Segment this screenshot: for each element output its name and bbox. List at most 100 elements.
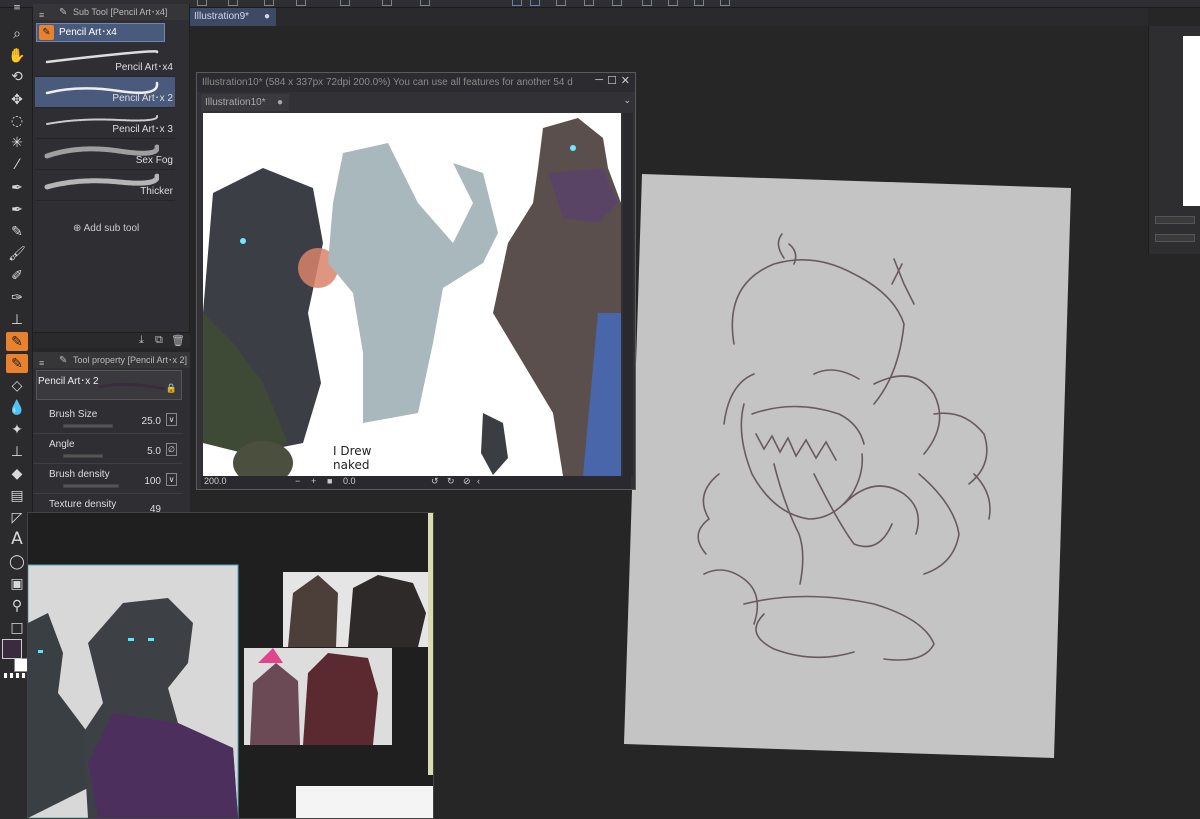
ref-image-bottom[interactable] [296, 786, 433, 818]
duplicate-icon[interactable]: ⧉ [155, 334, 163, 347]
rotation-value[interactable]: 0.0 [343, 476, 356, 486]
fill-icon[interactable]: ◆ [6, 464, 28, 483]
command-icon[interactable] [612, 0, 622, 6]
brush-item[interactable]: Sex Fog [35, 139, 175, 170]
command-icon[interactable] [694, 0, 704, 6]
command-icon[interactable] [668, 0, 678, 6]
brush-item[interactable]: Thicker [35, 170, 175, 201]
pencil-active-icon[interactable]: ✎ [6, 332, 28, 351]
command-icon[interactable] [720, 0, 730, 6]
navigator-preview[interactable] [1183, 36, 1200, 206]
command-icon[interactable] [512, 0, 522, 6]
tab-illustration9[interactable]: Illustration9* ● [190, 8, 276, 26]
brush-item[interactable]: Pencil Art･x 2 [35, 77, 175, 108]
pressure-toggle-icon[interactable]: ∨ [166, 413, 177, 426]
command-icon[interactable] [420, 0, 430, 6]
brush-label: Pencil Art･x4 [115, 62, 173, 73]
menu-icon[interactable]: ≡ [39, 7, 44, 20]
chevron-down-icon[interactable]: ⌄ [623, 95, 631, 106]
figure-icon[interactable]: ⚲ [6, 596, 28, 615]
command-icon[interactable] [642, 0, 652, 6]
sparkle-icon[interactable]: ✦ [6, 420, 28, 439]
stamp2-icon[interactable]: ⊥ [6, 442, 28, 461]
command-icon[interactable] [382, 0, 392, 6]
tab-close-icon[interactable]: ● [277, 94, 283, 111]
eraser-icon[interactable]: ◇ [6, 376, 28, 395]
gradient-icon[interactable]: ▣ [6, 574, 28, 593]
decoration-icon[interactable]: ✑ [6, 288, 28, 307]
brush-item[interactable]: Pencil Art･x4 [35, 46, 175, 77]
trash-icon[interactable]: 🗑 [171, 334, 185, 347]
texture-density-property[interactable]: Texture density 49 [33, 494, 183, 515]
maximize-icon[interactable]: ☐ [607, 74, 617, 87]
magic-wand-icon[interactable]: ✳ [6, 133, 28, 152]
airbrush-icon[interactable]: ✐ [6, 266, 28, 285]
rotate-left-icon[interactable]: ↺ [431, 476, 439, 487]
command-icon[interactable] [340, 0, 350, 6]
angle-property[interactable]: Angle 5.0 ∅ [33, 434, 183, 464]
command-icon[interactable] [556, 0, 566, 6]
prop-value[interactable]: 5.0 [147, 446, 161, 457]
command-icon[interactable] [584, 0, 594, 6]
magnifier-icon[interactable]: ⌕ [6, 24, 28, 43]
brush-item[interactable]: Pencil Art･x 3 [35, 108, 175, 139]
reference-scrollbar[interactable] [428, 513, 433, 775]
brush-size-slider[interactable] [63, 424, 113, 428]
flip-icon[interactable]: ‹ [477, 476, 480, 486]
main-color-swatch[interactable] [2, 639, 22, 659]
menu-icon[interactable]: ≡ [39, 355, 44, 368]
prop-value[interactable]: 25.0 [142, 416, 161, 427]
zoom-value[interactable]: 200.0 [204, 476, 227, 486]
save-icon[interactable]: ⤓ [139, 334, 144, 347]
lock-icon[interactable]: 🔒 [166, 383, 177, 394]
rotate-slider[interactable] [1155, 234, 1195, 242]
pencil-icon[interactable]: ✎ [6, 222, 28, 241]
tab-illustration10[interactable]: Illustration10* ● [201, 94, 289, 111]
rectangle-icon[interactable]: □ [6, 618, 28, 637]
zoom-out-icon[interactable]: − [295, 476, 300, 486]
angle-slider[interactable] [63, 454, 103, 458]
add-sub-tool-button[interactable]: ⊕ Add sub tool [73, 223, 139, 234]
sub-tool-group-button[interactable]: ✎ Pencil Art･x4 [36, 23, 165, 42]
reference-artwork[interactable]: I Drew naked [203, 113, 621, 476]
pressure-toggle-icon[interactable]: ∨ [166, 473, 177, 486]
brush-size-property[interactable]: Brush Size 25.0 ∨ [33, 404, 183, 434]
density-slider[interactable] [63, 484, 119, 488]
zoom-slider[interactable] [1155, 216, 1195, 224]
pencil-active2-icon[interactable]: ✎ [6, 354, 28, 373]
command-icon[interactable] [264, 0, 274, 6]
blend-icon[interactable]: 💧 [6, 398, 28, 417]
balloon-icon[interactable]: ◯ [6, 552, 28, 571]
text-icon[interactable]: A [6, 530, 28, 549]
brush-icon[interactable]: 🖌 [6, 244, 28, 263]
zoom-in-icon[interactable]: + [311, 476, 316, 486]
stamp-icon[interactable]: ⊥ [6, 310, 28, 329]
pen-icon[interactable]: ✒ [6, 178, 28, 197]
rotate-icon[interactable]: ⟲ [6, 67, 28, 86]
ruler-icon[interactable]: ◸ [6, 508, 28, 527]
reset-rotation-icon[interactable]: ⊘ [463, 476, 471, 487]
main-canvas[interactable] [624, 174, 1074, 764]
lasso-icon[interactable]: ◌ [6, 111, 28, 130]
pen2-icon[interactable]: ✒ [6, 200, 28, 219]
command-icon[interactable] [296, 0, 306, 6]
fit-icon[interactable]: ■ [327, 476, 332, 486]
prop-value[interactable]: 100 [144, 476, 161, 487]
command-icon[interactable] [228, 0, 238, 6]
command-icon[interactable] [530, 0, 540, 6]
command-icon[interactable] [197, 0, 207, 6]
tab-close-icon[interactable]: ● [264, 8, 270, 26]
angle-toggle-icon[interactable]: ∅ [166, 443, 177, 456]
eyedropper-icon[interactable]: ⁄ [6, 155, 28, 174]
palette-menu-icon[interactable]: ≡ [6, 2, 28, 14]
hand-icon[interactable]: ✋ [6, 46, 28, 65]
transparent-color-swatch[interactable] [4, 673, 28, 678]
move-icon[interactable]: ✥ [6, 90, 28, 109]
sub-color-swatch[interactable] [14, 658, 28, 672]
close-icon[interactable]: ✕ [621, 74, 630, 87]
rotate-right-icon[interactable]: ↻ [447, 476, 455, 487]
frame-icon[interactable]: ▤ [6, 486, 28, 505]
vertical-scrollbar[interactable] [623, 113, 633, 476]
brush-density-property[interactable]: Brush density 100 ∨ [33, 464, 183, 494]
minimize-icon[interactable]: ─ [595, 74, 603, 86]
